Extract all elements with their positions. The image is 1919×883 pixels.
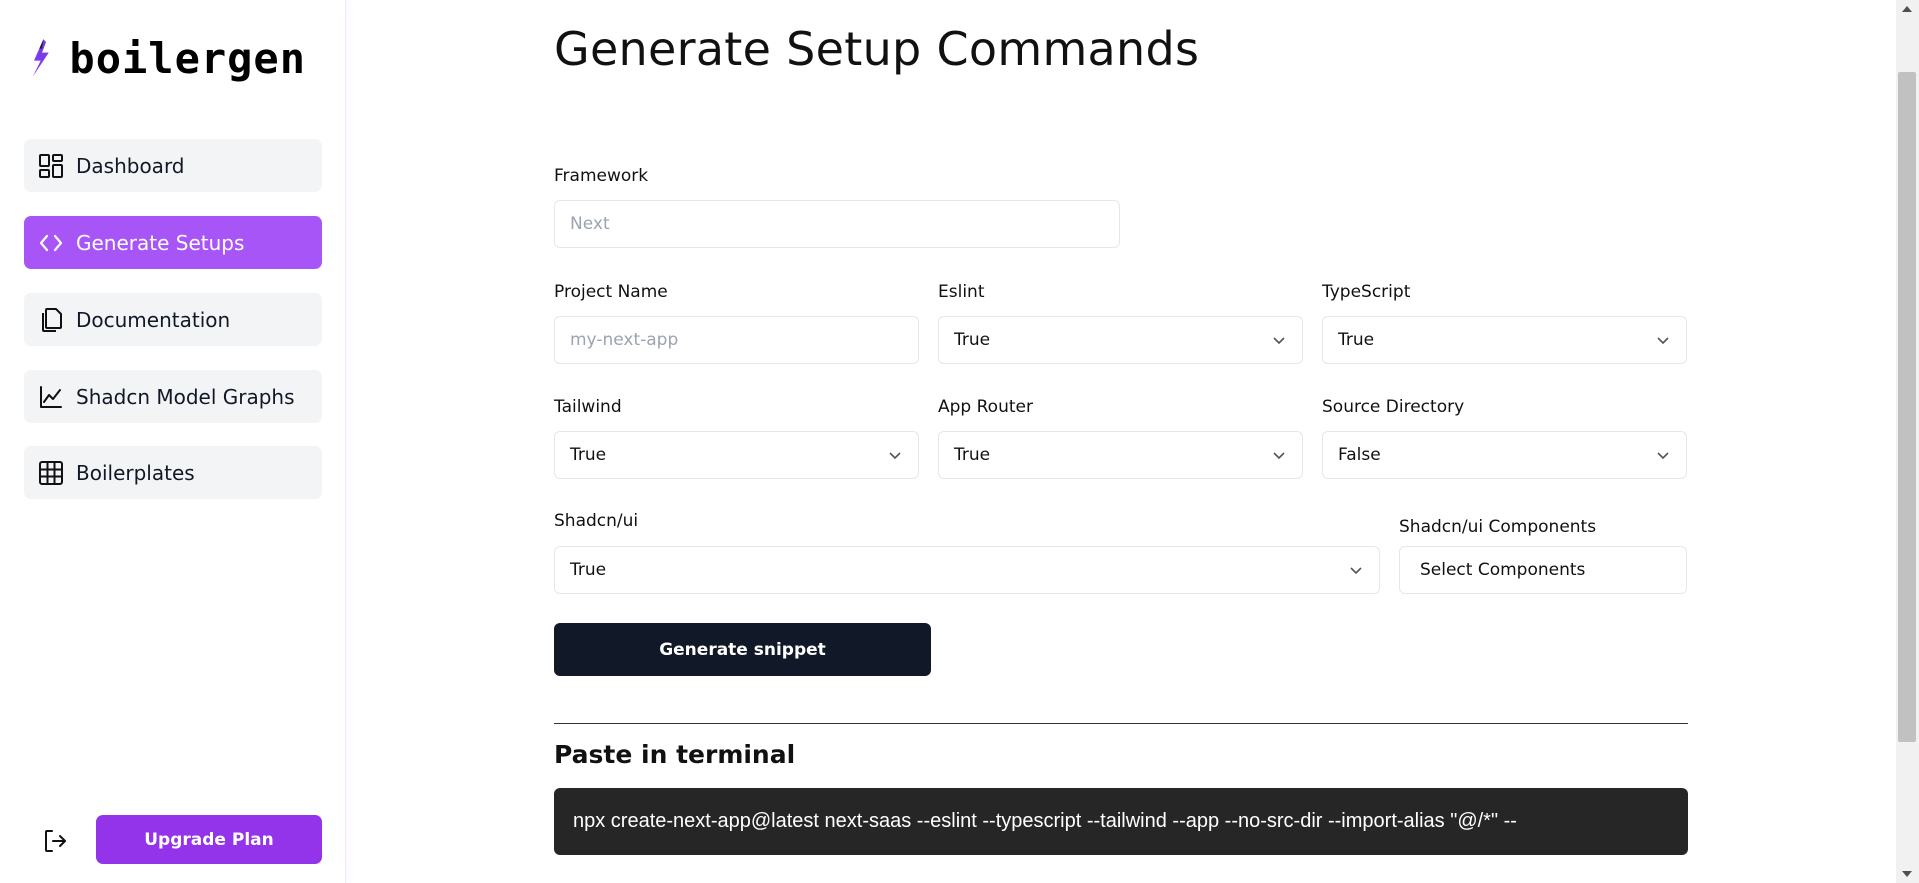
shadcn-components-label: Shadcn/ui Components bbox=[1399, 517, 1597, 537]
logout-icon[interactable] bbox=[40, 826, 70, 856]
scroll-up-arrow-icon[interactable] bbox=[1900, 4, 1914, 14]
typescript-value: True bbox=[1338, 330, 1375, 350]
sidebar: boilergen Dashboard Generate Setups Docu… bbox=[0, 0, 346, 883]
sidebar-item-boilerplates[interactable]: Boilerplates bbox=[24, 446, 322, 499]
sidebar-item-label: Boilerplates bbox=[76, 460, 195, 485]
brand-logo[interactable]: boilergen bbox=[26, 26, 306, 90]
scroll-down-arrow-icon[interactable] bbox=[1900, 869, 1914, 879]
scrollbar-thumb[interactable] bbox=[1898, 72, 1916, 742]
brand-name: boilergen bbox=[69, 33, 306, 83]
shadcn-components-button[interactable]: Select Components bbox=[1399, 546, 1687, 594]
sidebar-item-dashboard[interactable]: Dashboard bbox=[24, 139, 322, 192]
code-icon bbox=[38, 230, 64, 256]
shadcn-label: Shadcn/ui bbox=[554, 511, 639, 531]
app-router-value: True bbox=[954, 445, 991, 465]
documents-icon bbox=[38, 307, 64, 333]
tailwind-value: True bbox=[570, 445, 607, 465]
project-name-input[interactable]: my-next-app bbox=[554, 316, 919, 364]
source-directory-label: Source Directory bbox=[1322, 397, 1465, 417]
dashboard-icon bbox=[38, 153, 64, 179]
eslint-value: True bbox=[954, 330, 991, 350]
chevron-down-icon bbox=[1657, 452, 1669, 460]
shadcn-select[interactable]: True bbox=[554, 546, 1380, 594]
tailwind-select[interactable]: True bbox=[554, 431, 919, 479]
project-name-label: Project Name bbox=[554, 282, 668, 302]
typescript-select[interactable]: True bbox=[1322, 316, 1687, 364]
eslint-select[interactable]: True bbox=[938, 316, 1303, 364]
tailwind-label: Tailwind bbox=[554, 397, 622, 417]
source-directory-value: False bbox=[1338, 445, 1381, 465]
shadcn-value: True bbox=[570, 560, 607, 580]
page-title: Generate Setup Commands bbox=[554, 22, 1200, 76]
app-router-label: App Router bbox=[938, 397, 1033, 417]
paste-title: Paste in terminal bbox=[554, 740, 796, 769]
lightning-bolt-icon bbox=[32, 39, 49, 77]
sidebar-item-label: Documentation bbox=[76, 307, 231, 332]
sidebar-item-generate-setups[interactable]: Generate Setups bbox=[24, 216, 322, 269]
app-router-select[interactable]: True bbox=[938, 431, 1303, 479]
sidebar-item-shadcn-model-graphs[interactable]: Shadcn Model Graphs bbox=[24, 370, 322, 423]
chevron-down-icon bbox=[1273, 452, 1285, 460]
grid-icon bbox=[38, 460, 64, 486]
generate-snippet-button[interactable]: Generate snippet bbox=[554, 623, 931, 676]
eslint-label: Eslint bbox=[938, 282, 985, 302]
sidebar-item-label: Shadcn Model Graphs bbox=[76, 384, 295, 409]
framework-input[interactable]: Next bbox=[554, 200, 1120, 248]
section-divider bbox=[554, 723, 1688, 724]
source-directory-select[interactable]: False bbox=[1322, 431, 1687, 479]
sidebar-item-label: Generate Setups bbox=[76, 230, 245, 255]
terminal-command[interactable]: npx create-next-app@latest next-saas --e… bbox=[554, 788, 1688, 855]
framework-label: Framework bbox=[554, 166, 649, 186]
line-chart-icon bbox=[38, 384, 64, 410]
chevron-down-icon bbox=[889, 452, 901, 460]
chevron-down-icon bbox=[1273, 337, 1285, 345]
chevron-down-icon bbox=[1657, 337, 1669, 345]
sidebar-item-documentation[interactable]: Documentation bbox=[24, 293, 322, 346]
typescript-label: TypeScript bbox=[1322, 282, 1411, 302]
sidebar-item-label: Dashboard bbox=[76, 153, 185, 178]
chevron-down-icon bbox=[1350, 567, 1362, 575]
upgrade-plan-button[interactable]: Upgrade Plan bbox=[96, 815, 322, 864]
